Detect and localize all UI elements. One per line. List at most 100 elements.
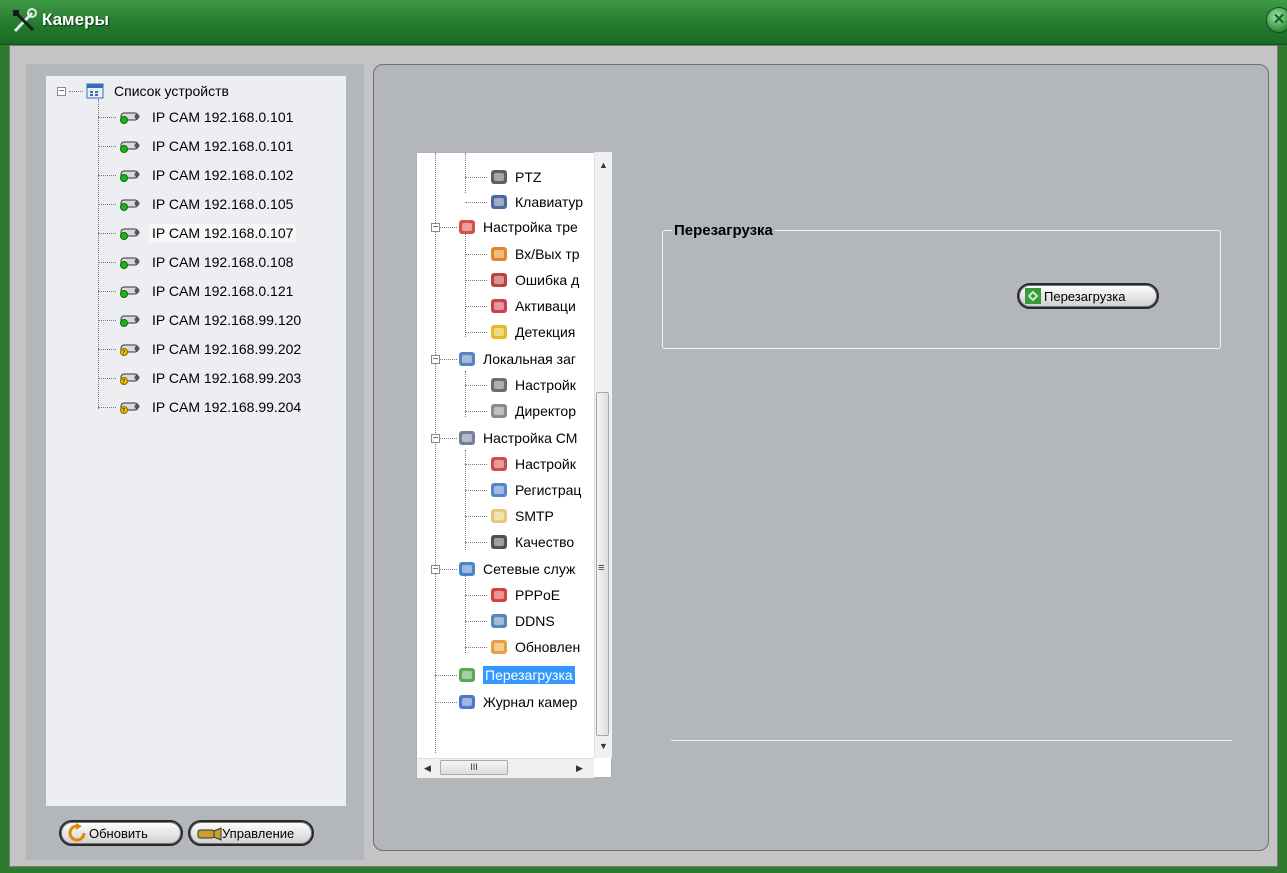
settings-tree-item[interactable]: Настройка СМ [457, 426, 577, 450]
collapse-toggle[interactable]: − [431, 434, 440, 444]
device-label: IP CAM 192.168.0.107 [149, 224, 297, 242]
ddns-icon [491, 614, 507, 628]
reboot-icon [459, 668, 475, 682]
device-item[interactable]: IP CAM 192.168.0.101 [117, 135, 296, 157]
settings-tree-item[interactable]: Детекция [489, 320, 575, 344]
settings-tree-item[interactable]: Обновлен [489, 635, 580, 659]
settings-tree-item[interactable]: Локальная заг [457, 347, 576, 371]
storage-settings-icon [491, 378, 507, 392]
device-item[interactable]: ? IP CAM 192.168.99.202 [117, 338, 304, 360]
motion-detection-icon [491, 325, 507, 339]
device-item[interactable]: IP CAM 192.168.0.101 [117, 106, 296, 128]
tree-branch-line [98, 291, 116, 292]
reboot-button[interactable]: Перезагрузка [1017, 283, 1159, 309]
settings-item-label: Настройка СМ [483, 430, 578, 446]
device-item[interactable]: IP CAM 192.168.0.121 [117, 280, 296, 302]
tree-line [465, 233, 466, 337]
device-item[interactable]: IP CAM 192.168.0.102 [117, 164, 296, 186]
title-bar[interactable]: Камеры ✕ [0, 0, 1287, 45]
tools-icon [13, 8, 37, 33]
settings-item-label: Вх/Вых тр [515, 246, 580, 262]
tree-branch-line [98, 146, 116, 147]
camera-online-icon [120, 141, 140, 153]
alarm-settings-icon [459, 220, 475, 234]
settings-tree-item[interactable]: Журнал камер [457, 690, 577, 714]
disk-error-icon [491, 273, 507, 287]
tree-branch-line [98, 117, 116, 118]
tree-line [465, 153, 466, 193]
settings-tree-item[interactable]: Регистрац [489, 478, 581, 502]
horizontal-scroll-thumb[interactable]: III [440, 760, 508, 775]
tree-branch-line [98, 320, 116, 321]
tree-branch-line [465, 177, 487, 178]
settings-item-label: Настройк [515, 456, 576, 472]
directory-icon [491, 404, 507, 418]
settings-tree-item[interactable]: Директор [489, 399, 576, 423]
settings-item-label: Сетевые служ [483, 561, 576, 577]
settings-tree-item[interactable]: Клавиатур [489, 190, 583, 214]
settings-tree-item[interactable]: PTZ [489, 165, 541, 189]
tree-branch-line [98, 407, 116, 408]
update-icon [491, 640, 507, 654]
settings-item-label: Качество [515, 534, 575, 550]
device-item[interactable]: IP CAM 192.168.0.107 [117, 222, 297, 244]
camera-online-icon [120, 286, 140, 298]
camera-online-icon [120, 112, 140, 124]
collapse-toggle[interactable]: − [431, 223, 440, 233]
camera-manage-icon [197, 827, 222, 841]
svg-text:?: ? [122, 408, 125, 415]
settings-item-label: Настройка тре [483, 219, 578, 235]
tree-branch-line [98, 175, 116, 176]
sms-settings-icon [459, 431, 475, 445]
device-item[interactable]: IP CAM 192.168.0.108 [117, 251, 296, 273]
device-item[interactable]: IP CAM 192.168.99.120 [117, 309, 304, 331]
settings-tree-item[interactable]: PPPoE [489, 583, 560, 607]
ptz-camera-icon [491, 170, 507, 184]
scroll-left-arrow-icon[interactable]: ◀ [424, 763, 431, 774]
tree-branch-line [465, 490, 487, 491]
settings-tree-item[interactable]: Сетевые служ [457, 557, 575, 581]
device-label: IP CAM 192.168.0.102 [152, 167, 294, 183]
scroll-right-arrow-icon[interactable]: ▶ [576, 763, 583, 774]
settings-item-label: Директор [515, 403, 576, 419]
settings-item-label: SMTP [515, 508, 554, 524]
settings-tree-item[interactable]: Вх/Вых тр [489, 242, 580, 266]
tree-line [465, 450, 466, 550]
device-label: IP CAM 192.168.0.101 [152, 109, 294, 125]
refresh-icon [68, 823, 86, 842]
scroll-up-arrow-icon[interactable]: ▲ [599, 160, 608, 170]
settings-tree-item[interactable]: Настройк [489, 452, 576, 476]
settings-tree-item[interactable]: Настройк [489, 373, 576, 397]
tree-branch-line [465, 542, 487, 543]
camera-online-icon [120, 170, 140, 182]
device-label: IP CAM 192.168.99.204 [152, 399, 302, 415]
device-tree-root[interactable]: − Список устройств [57, 80, 229, 102]
settings-item-label: DDNS [515, 613, 555, 629]
settings-tree-item[interactable]: Перезагрузка [457, 663, 575, 687]
tree-branch-line [465, 280, 487, 281]
settings-tree-item[interactable]: Ошибка д [489, 268, 579, 292]
scroll-down-arrow-icon[interactable]: ▼ [599, 741, 608, 751]
collapse-toggle[interactable]: − [57, 86, 66, 96]
tree-branch-line [435, 675, 457, 676]
collapse-toggle[interactable]: − [431, 565, 440, 575]
close-button[interactable]: ✕ [1266, 7, 1287, 33]
settings-tree-item[interactable]: SMTP [489, 504, 554, 528]
refresh-button[interactable]: Обновить [59, 820, 183, 846]
camera-online-icon [120, 315, 140, 327]
settings-tree-item[interactable]: Настройка тре [457, 215, 578, 239]
tree-branch-line [465, 647, 487, 648]
settings-tree-item[interactable]: Качество [489, 530, 574, 554]
settings-tree-item[interactable]: Активаци [489, 294, 576, 318]
tree-line [435, 153, 436, 753]
settings-item-label: Журнал камер [483, 694, 578, 710]
camera-unknown-icon: ? [120, 402, 140, 415]
manage-button[interactable]: Управление [188, 820, 314, 846]
settings-tree-item[interactable]: DDNS [489, 609, 555, 633]
collapse-toggle[interactable]: − [431, 355, 440, 365]
settings-item-label: Активаци [515, 298, 576, 314]
settings-item-label: Регистрац [515, 482, 582, 498]
device-item[interactable]: IP CAM 192.168.0.105 [117, 193, 296, 215]
device-item[interactable]: ? IP CAM 192.168.99.203 [117, 367, 304, 389]
device-item[interactable]: ? IP CAM 192.168.99.204 [117, 396, 304, 418]
